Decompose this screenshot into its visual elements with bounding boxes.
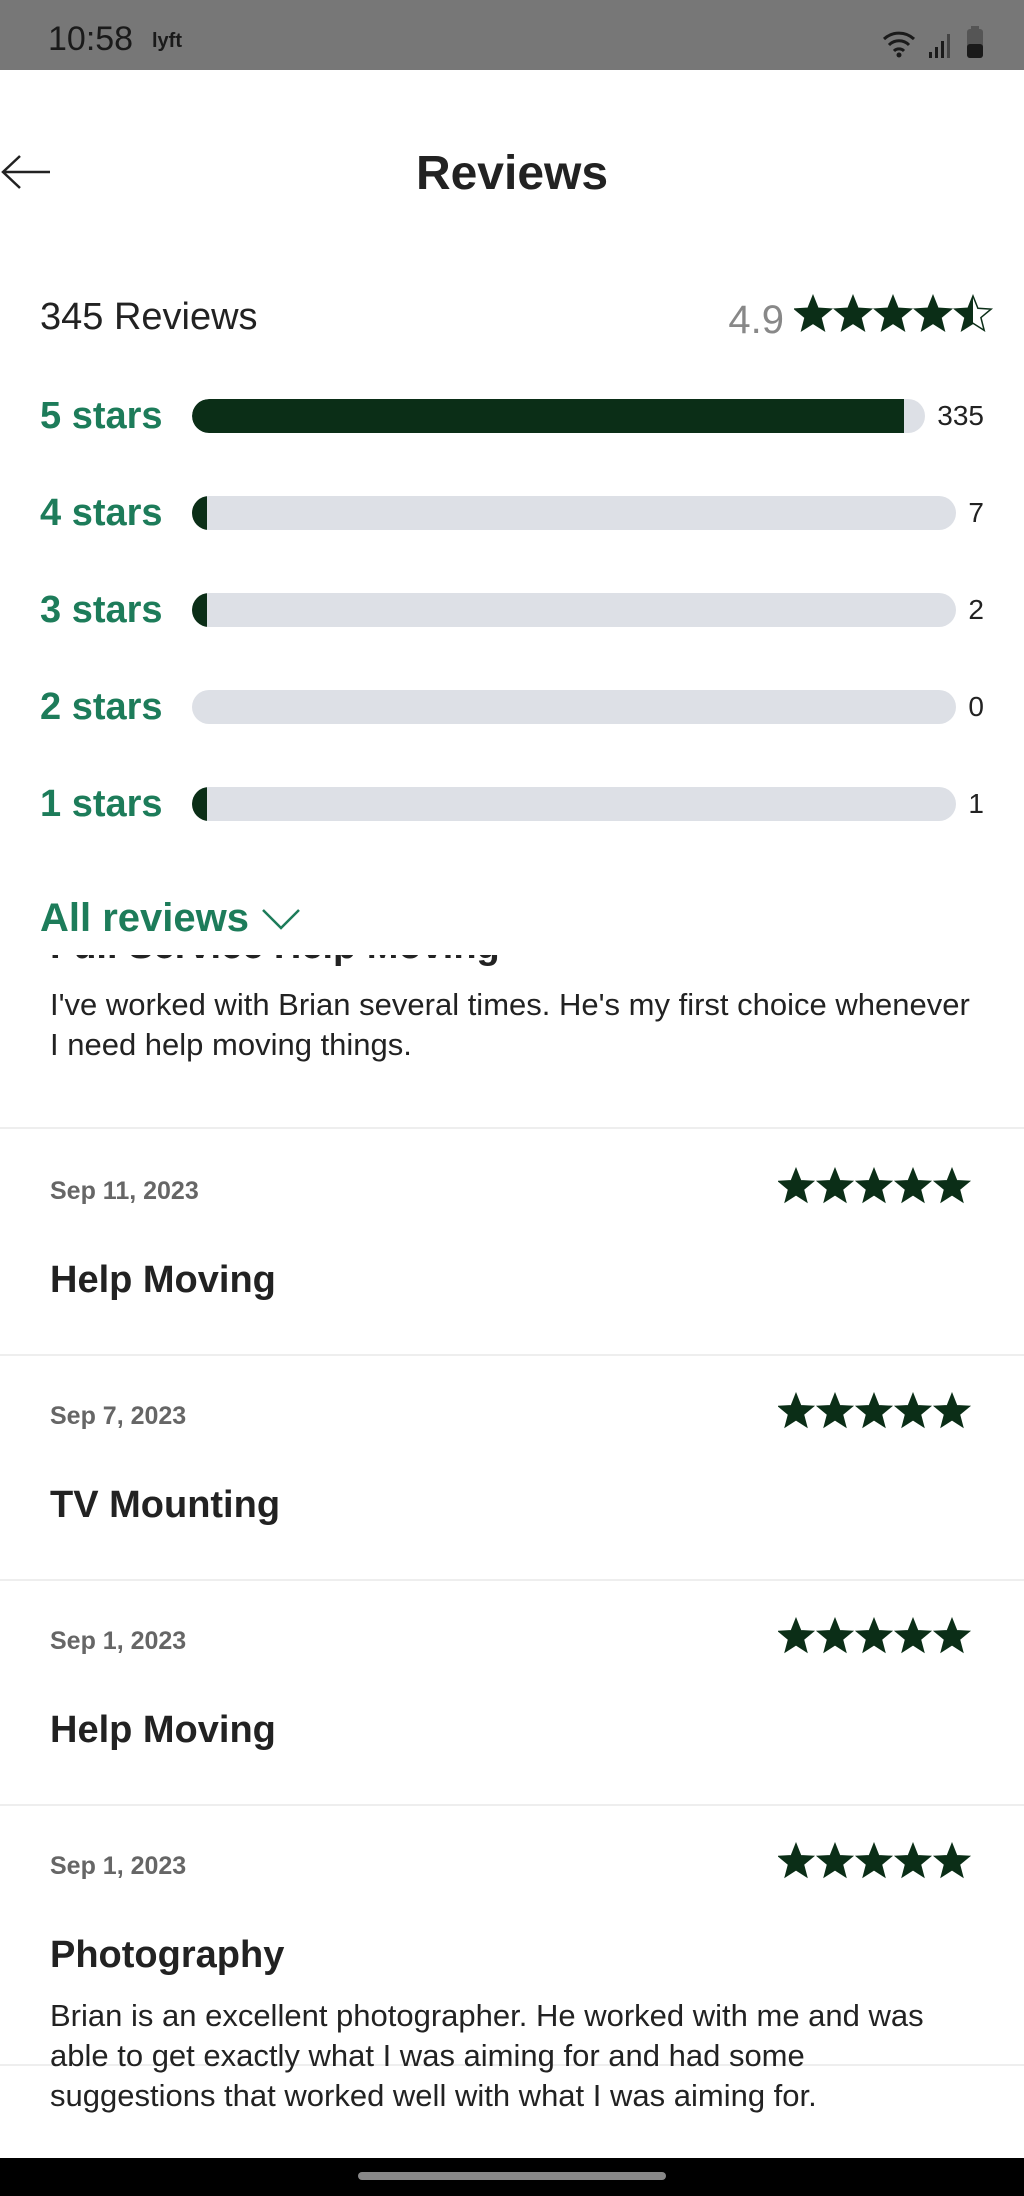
home-indicator[interactable] — [358, 2172, 666, 2180]
wifi-icon — [882, 31, 916, 58]
rating-bar — [192, 593, 957, 627]
star-icon — [815, 1167, 855, 1204]
review-title: Help Moving — [50, 1259, 276, 1301]
star-icon — [778, 1392, 816, 1429]
rating-count: 335 — [937, 400, 984, 431]
star-icon — [912, 293, 954, 332]
star-icon — [854, 1392, 894, 1429]
rating-row[interactable]: 5 stars 335 — [40, 391, 984, 441]
rating-row[interactable]: 2 stars 0 — [40, 682, 984, 732]
star-icon — [815, 1617, 855, 1654]
review-item: Sep 1, 2023 Help Moving — [0, 1581, 1024, 1806]
star-icon — [893, 1617, 933, 1654]
review-list[interactable]: Full Service Help Moving I've worked wit… — [0, 955, 1024, 2158]
star-icon — [778, 1617, 816, 1654]
star-icon — [893, 1842, 933, 1879]
rating-row[interactable]: 3 stars 2 — [40, 585, 984, 635]
rating-bar — [192, 787, 957, 821]
rating-bar — [192, 690, 957, 724]
rating-bar-fill — [192, 787, 208, 821]
star-icon — [854, 1167, 894, 1204]
star-icon — [794, 293, 834, 332]
review-stars — [778, 1842, 972, 1879]
star-icon — [854, 1842, 894, 1879]
star-icon — [778, 1167, 816, 1204]
review-title: Help Moving — [50, 1709, 276, 1751]
review-count: 345 Reviews — [40, 296, 258, 338]
star-icon — [815, 1842, 855, 1879]
review-item: Sep 11, 2023 Help Moving — [0, 1131, 1024, 1356]
rating-count: 7 — [968, 497, 984, 528]
page-title: Reviews — [415, 147, 609, 200]
review-item: Sep 1, 2023 Photography Brian is an excell… — [0, 1806, 1024, 2113]
review-date: Sep 7, 2023 — [50, 1402, 187, 1430]
star-icon — [778, 1842, 816, 1879]
star-icon — [872, 293, 914, 332]
review-date: Sep 1, 2023 — [50, 1627, 187, 1655]
rating-bar — [192, 399, 926, 433]
status-time: 10:58 — [48, 20, 134, 58]
star-icon — [815, 1392, 855, 1429]
rating-bar-fill — [192, 593, 208, 627]
rating-label: 3 stars — [40, 588, 163, 631]
star-icon — [932, 1842, 972, 1879]
star-icon — [854, 1617, 894, 1654]
review-stars — [778, 1392, 972, 1429]
status-bar: 10:58 lyft — [0, 0, 1024, 70]
lyft-notification-icon: lyft — [152, 30, 182, 52]
rating-label: 2 stars — [40, 685, 163, 728]
average-rating: 4.9 — [728, 288, 994, 343]
review-date: Sep 1, 2023 — [50, 1852, 187, 1880]
rating-label: 5 stars — [40, 394, 163, 437]
rating-count: 0 — [968, 691, 984, 722]
rating-count: 2 — [968, 594, 984, 625]
battery-icon — [967, 26, 983, 58]
review-date: Sep 11, 2023 — [50, 1177, 199, 1205]
star-icon — [932, 1167, 972, 1204]
review-stars — [778, 1617, 972, 1654]
review-title: TV Mounting — [50, 1484, 281, 1526]
review-title: Full Service Help Moving — [50, 955, 500, 968]
all-reviews-dropdown[interactable]: All reviews — [40, 896, 301, 941]
all-reviews-label: All reviews — [40, 896, 250, 940]
average-rating-stars — [794, 293, 994, 332]
star-icon — [932, 1392, 972, 1429]
star-icon — [893, 1392, 933, 1429]
rating-label: 4 stars — [40, 491, 163, 534]
star-icon — [952, 293, 994, 332]
rating-row[interactable]: 1 stars 1 — [40, 779, 984, 829]
star-icon — [832, 293, 874, 332]
rating-label: 1 stars — [40, 782, 163, 825]
rating-row[interactable]: 4 stars 7 — [40, 488, 984, 538]
rating-bar-fill — [192, 496, 208, 530]
rating-count: 1 — [968, 788, 984, 819]
average-rating-value: 4.9 — [728, 298, 784, 342]
system-nav-bar — [0, 2158, 1024, 2196]
signal-icon — [929, 34, 950, 58]
rating-bar — [192, 496, 957, 530]
review-title: Photography — [50, 1934, 285, 1976]
star-icon — [932, 1617, 972, 1654]
chevron-down-icon — [262, 908, 300, 930]
review-stars — [778, 1167, 972, 1204]
review-body: I've worked with Brian several times. He… — [50, 987, 970, 1062]
rating-bar-fill — [192, 399, 905, 433]
review-body: Brian is an excellent photographer. He w… — [50, 1998, 924, 2113]
review-item: Sep 7, 2023 TV Mounting — [0, 1356, 1024, 1581]
review-item: Full Service Help Moving I've worked wit… — [0, 955, 1024, 1129]
star-icon — [893, 1167, 933, 1204]
